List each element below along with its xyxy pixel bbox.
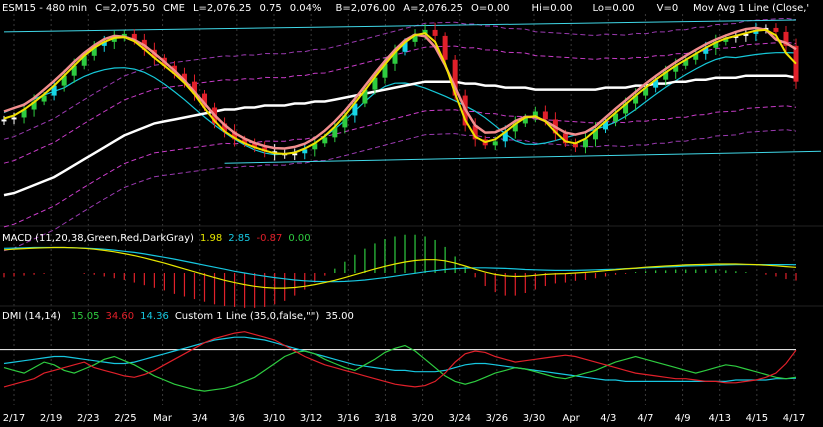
candle-body [773,27,779,32]
adx-line [3,336,797,382]
zero-value: 0.00 [288,233,311,244]
x-tick-label: 3/10 [263,413,285,424]
vol-value: V=0 [656,3,679,14]
ask-value: A=2,076.25 [403,3,464,14]
dmi-label: DMI (14,14) [2,311,61,322]
pct-value: 0.04% [289,3,322,14]
plus-di-value: 15.05 [70,311,100,322]
last-value: L=2,076.25 [192,3,252,14]
plus-di-line [3,344,797,392]
x-tick-label: 3/20 [411,413,433,424]
candle-body [793,45,799,82]
hist-value: -0.87 [256,233,283,244]
macd-label: MACD (11,20,38,Green,Red,DarkGray) [2,233,194,244]
x-axis: 2/17 2/19 2/23 2/25 Mar 3/4 3/6 3/10 3/12 3/16 3/1… [3,413,805,424]
x-tick-label: 4/15 [746,413,768,424]
macd-header: MACD (11,20,38,Green,Red,DarkGray) 1.98 2.… [2,233,319,245]
x-tick-label: 4/13 [708,413,730,424]
bid-value: B=2,076.00 [335,3,396,14]
x-tick-label: Mar [153,413,173,424]
dmi-header: DMI (14,14) 15.05 34.60 14.36 Custom 1 Line … [2,311,362,323]
x-tick-label: 3/4 [192,413,208,424]
minus-di-value: 34.60 [105,311,135,322]
close-value: C=2,075.50 [95,3,156,14]
x-tick-label: 3/16 [337,413,359,424]
candle-body [542,111,548,120]
x-tick-label: 3/26 [486,413,508,424]
custom-line-label: Custom 1 Line (35,0,false,"") [174,311,320,322]
price-pane [1,17,822,252]
dmi-pane [0,331,797,392]
macd-value: 1.98 [199,233,223,244]
adx-value: 14.36 [140,311,169,322]
candle-body [492,141,498,146]
candle-body [432,29,438,36]
symbol-label: ESM15 - 480 min [2,3,88,14]
minus-di-line [3,331,797,388]
change-value: 0.75 [259,3,282,14]
open-value: O=0.00 [471,3,510,14]
x-tick-label: 3/6 [229,413,245,424]
x-tick-label: Apr [562,413,580,424]
candle-body [442,35,448,60]
trend-line-lower [224,150,822,164]
chart-canvas: 2/17 2/19 2/23 2/25 Mar 3/4 3/6 3/10 3/12 3/16 3/1… [0,14,823,424]
x-tick-label: 3/30 [523,413,545,424]
hi-value: Hi=0.00 [531,3,573,14]
ma-legend: Mov Avg 1 Line (Close,' [693,3,810,14]
x-tick-label: 2/17 [3,413,25,424]
long-moving-average [3,74,797,197]
x-tick-label: 2/25 [114,413,136,424]
pink-moving-average [3,26,797,150]
x-tick-label: 2/23 [77,413,99,424]
grid-layer [0,14,823,405]
x-tick-label: 3/12 [300,413,322,424]
x-tick-label: 3/18 [374,413,396,424]
x-tick-label: 3/24 [448,413,470,424]
envelope-band [3,105,797,228]
x-tick-label: 4/3 [600,413,616,424]
x-tick-label: 4/17 [783,413,805,424]
price-header: ESM15 - 480 min C=2,075.50 CME L=2,076.25 0.… [2,3,686,15]
x-tick-label: 2/19 [40,413,62,424]
macd-pane [3,234,797,308]
macd-signal-line [3,246,797,283]
candle-body [11,117,17,120]
signal-value: 2.85 [228,233,251,244]
candle-body [1,119,7,122]
exchange-label: CME [163,3,185,14]
x-tick-label: 4/7 [637,413,653,424]
lo-value: Lo=0.00 [592,3,635,14]
custom-line-value: 35.00 [325,311,354,322]
macd-line [3,246,797,289]
x-tick-label: 4/9 [675,413,691,424]
